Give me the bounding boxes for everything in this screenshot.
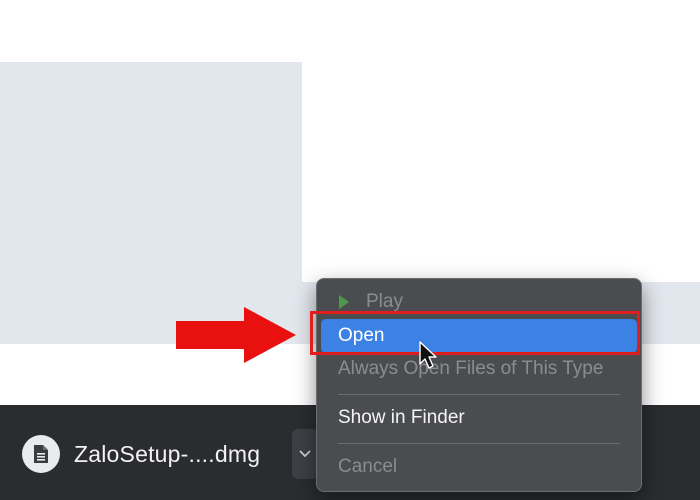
download-item[interactable]: ZaloSetup-....dmg <box>22 430 260 478</box>
mouse-cursor-icon <box>419 341 437 369</box>
arrow-right-icon <box>176 307 296 363</box>
menu-item-label: Cancel <box>338 456 398 477</box>
document-icon <box>22 435 60 473</box>
menu-item-cancel[interactable]: Cancel <box>317 450 641 484</box>
chevron-down-icon <box>299 450 311 458</box>
download-menu-button[interactable] <box>292 429 318 479</box>
menu-item-always-open[interactable]: Always Open Files of This Type <box>317 352 641 386</box>
annotation-highlight-box <box>310 311 640 355</box>
menu-separator <box>338 394 620 395</box>
menu-item-label: Always Open Files of This Type <box>338 358 604 379</box>
play-icon <box>339 295 349 309</box>
menu-item-label: Show in Finder <box>338 407 465 428</box>
menu-item-label: Play <box>366 291 403 312</box>
content-panel <box>0 62 302 344</box>
menu-item-show-in-finder[interactable]: Show in Finder <box>317 401 641 435</box>
menu-separator <box>338 443 620 444</box>
download-file-name: ZaloSetup-....dmg <box>74 440 261 467</box>
